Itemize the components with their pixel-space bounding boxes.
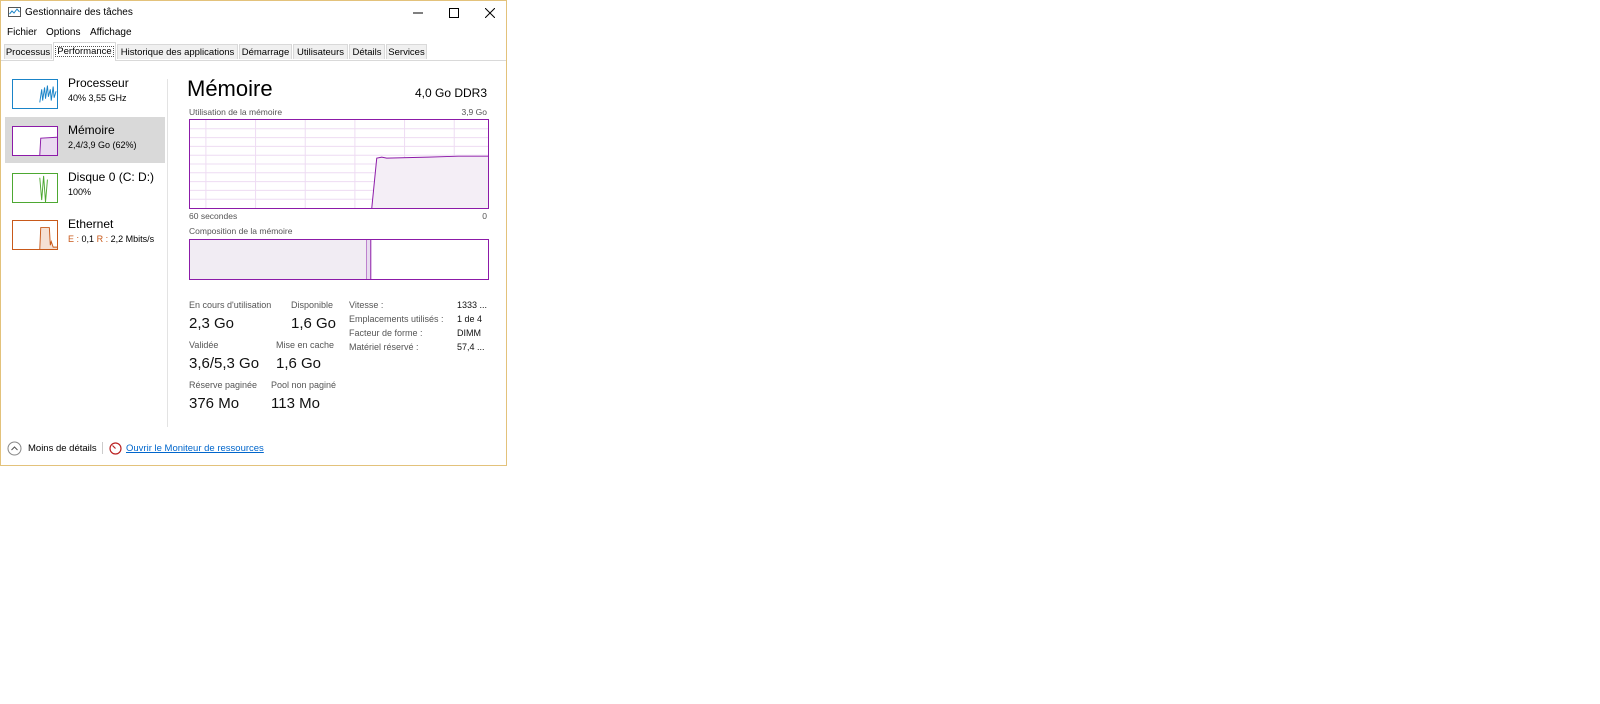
- footer-bar: Moins de détails Ouvrir le Moniteur de r…: [1, 437, 506, 459]
- memory-thumbnail-graph: [12, 126, 58, 156]
- close-icon: [485, 8, 495, 18]
- sidebar-item-sub: E : 0,1 R : 2,2 Mbits/s: [68, 234, 154, 244]
- tab-label: Processus: [5, 47, 51, 58]
- cached-value: 1,6 Go: [276, 355, 322, 372]
- task-manager-window: Gestionnaire des tâches Fichier Options …: [0, 0, 507, 466]
- tab-label: Historique des applications: [120, 47, 235, 58]
- usage-area: [371, 156, 488, 208]
- tab-label: Utilisateurs: [297, 47, 344, 58]
- minimize-button[interactable]: [400, 1, 436, 25]
- menu-affichage[interactable]: Affichage: [90, 27, 132, 38]
- form-factor-label: Facteur de forme :: [349, 328, 423, 338]
- memory-composition-bar: [189, 239, 489, 280]
- sidebar-item-label: Disque 0 (C: D:): [68, 170, 155, 184]
- usage-graph-label: Utilisation de la mémoire: [189, 107, 283, 117]
- slots-value: 1 de 4: [457, 314, 483, 324]
- speed-label: Vitesse :: [349, 300, 384, 310]
- ethernet-receive-prefix: R :: [96, 234, 109, 244]
- resource-monitor-link[interactable]: Ouvrir le Moniteur de ressources: [109, 440, 264, 456]
- menu-options[interactable]: Options: [46, 27, 80, 38]
- reserved-value: 57,4 ...: [457, 342, 485, 352]
- less-details-label: Moins de détails: [28, 442, 97, 454]
- sidebar-item-processeur[interactable]: Processeur 40% 3,55 GHz: [5, 70, 165, 116]
- memory-spec: 4,0 Go DDR3: [414, 86, 487, 100]
- chevron-up-icon: [7, 441, 22, 455]
- usage-graph-max: 3,9 Go: [461, 107, 487, 117]
- speed-value: 1333 ...: [457, 300, 488, 310]
- tab-demarrage[interactable]: Démarrage: [239, 44, 292, 59]
- disk-thumbnail-graph: [12, 173, 58, 203]
- in-use-value: 2,3 Go: [189, 315, 235, 332]
- ethernet-send-prefix: E :: [68, 234, 80, 244]
- tab-services[interactable]: Services: [386, 44, 427, 59]
- memory-usage-graph: [189, 119, 489, 209]
- cached-label: Mise en cache: [276, 340, 335, 350]
- sidebar-item-sub: 100%: [68, 187, 92, 197]
- page-title: Mémoire: [187, 76, 273, 101]
- form-factor-value: DIMM: [457, 328, 481, 338]
- nonpaged-pool-value: 113 Mo: [271, 395, 320, 412]
- committed-label: Validée: [189, 340, 219, 350]
- composition-label: Composition de la mémoire: [189, 226, 293, 236]
- usage-graph-zero: 0: [482, 211, 487, 221]
- tab-label: Services: [388, 47, 425, 58]
- composition-modified: [366, 240, 371, 279]
- tab-label: Démarrage: [241, 47, 290, 58]
- sidebar-item-memoire[interactable]: Mémoire 2,4/3,9 Go (62%): [5, 117, 165, 163]
- sidebar-divider: [167, 79, 168, 427]
- sidebar-item-label: Mémoire: [68, 123, 115, 137]
- sidebar-item-label: Ethernet: [68, 217, 114, 231]
- in-use-label: En cours d'utilisation: [189, 300, 272, 310]
- sidebar-item-label: Processeur: [68, 76, 129, 90]
- ethernet-thumbnail-graph: [12, 220, 58, 250]
- tab-utilisateurs[interactable]: Utilisateurs: [293, 44, 348, 59]
- sidebar-item-ethernet[interactable]: Ethernet E : 0,1 R : 2,2 Mbits/s: [5, 211, 165, 257]
- tab-performance[interactable]: Performance: [53, 42, 116, 61]
- nonpaged-pool-label: Pool non paginé: [271, 380, 337, 390]
- tab-bar: Processus Performance Historique des app…: [1, 41, 506, 61]
- ethernet-receive-value: 2,2 Mbits/s: [110, 234, 155, 244]
- paged-pool-value: 376 Mo: [189, 395, 240, 412]
- available-label: Disponible: [291, 300, 334, 310]
- tab-details[interactable]: Détails: [349, 44, 385, 59]
- resource-monitor-icon: [109, 441, 122, 455]
- usage-graph-time-axis: 60 secondes: [189, 211, 238, 221]
- paged-pool-label: Réserve paginée: [189, 380, 258, 390]
- reserved-label: Matériel réservé :: [349, 342, 419, 352]
- menu-fichier[interactable]: Fichier: [7, 27, 37, 38]
- sidebar-item-sub: 40% 3,55 GHz: [68, 93, 127, 103]
- tab-label: Performance: [55, 46, 114, 57]
- sidebar-item-sub: 2,4/3,9 Go (62%): [68, 140, 137, 150]
- title-bar[interactable]: Gestionnaire des tâches: [1, 1, 506, 25]
- tab-historique[interactable]: Historique des applications: [117, 44, 238, 59]
- slots-label: Emplacements utilisés :: [349, 314, 444, 324]
- maximize-button[interactable]: [436, 1, 472, 25]
- tab-label: Détails: [352, 47, 382, 58]
- ethernet-send-value: 0,1: [81, 234, 95, 244]
- available-value: 1,6 Go: [291, 315, 337, 332]
- window-title: Gestionnaire des tâches: [25, 7, 133, 18]
- less-details-button[interactable]: Moins de détails: [7, 440, 97, 456]
- task-manager-app-icon: [8, 7, 21, 17]
- maximize-icon: [449, 8, 459, 18]
- composition-in-use: [190, 240, 367, 279]
- footer-divider: [102, 442, 103, 454]
- committed-value: 3,6/5,3 Go: [189, 355, 260, 372]
- sidebar-item-disque[interactable]: Disque 0 (C: D:) 100%: [5, 164, 165, 210]
- tab-processus[interactable]: Processus: [4, 44, 52, 59]
- minimize-icon: [413, 12, 423, 14]
- resource-monitor-label: Ouvrir le Moniteur de ressources: [126, 442, 264, 454]
- cpu-thumbnail-graph: [12, 79, 58, 109]
- close-button[interactable]: [472, 1, 508, 25]
